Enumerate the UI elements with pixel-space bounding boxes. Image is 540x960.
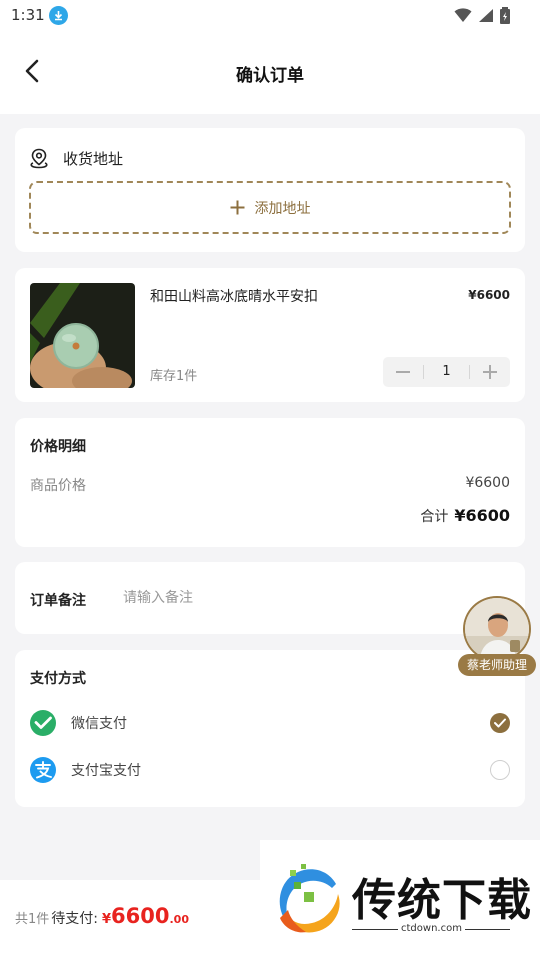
assistant-float-button[interactable]: 蔡老师助理 — [458, 596, 536, 676]
goods-price-value: ¥6600 — [465, 475, 510, 491]
watermark-logo-icon — [279, 864, 340, 933]
assistant-avatar — [463, 596, 531, 662]
product-name: 和田山料高冰底晴水平安扣 — [150, 289, 318, 305]
order-remark-card: 订单备注 — [15, 562, 525, 634]
item-count: 共1件 — [15, 912, 50, 927]
payment-method-card: 支付方式 微信支付 支付宝支付 — [15, 650, 525, 807]
payment-summary: 共1件 待支付: ¥ 6600 .00 — [15, 904, 189, 928]
page-title: 确认订单 — [236, 66, 304, 86]
payment-option-label: 支付宝支付 — [71, 763, 141, 779]
pending-label: 待支付: — [51, 911, 98, 927]
plus-icon — [230, 200, 244, 215]
remark-input[interactable] — [123, 583, 453, 613]
total-row: 合计 ¥6600 — [420, 506, 510, 526]
download-icon — [49, 6, 68, 25]
wechat-pay-icon — [30, 710, 56, 736]
increase-button[interactable] — [470, 357, 510, 387]
total-label: 合计 — [420, 509, 449, 525]
radio-selected[interactable] — [490, 713, 510, 733]
radio-unselected[interactable] — [490, 760, 510, 780]
price-detail-title: 价格明细 — [30, 439, 86, 455]
address-title: 收货地址 — [63, 150, 124, 168]
status-time: 1:31 — [11, 6, 45, 24]
pending-amount: 6600 — [111, 904, 170, 928]
system-icons — [454, 7, 510, 24]
quantity-stepper: 1 — [383, 357, 510, 387]
add-address-button[interactable]: 添加地址 — [29, 181, 511, 234]
watermark: 传统下载 ctdown.com — [260, 840, 540, 960]
check-icon — [494, 718, 506, 728]
total-value: ¥6600 — [454, 506, 510, 525]
status-bar: 1:31 — [0, 0, 540, 32]
payment-option-label: 微信支付 — [71, 716, 127, 732]
assistant-label: 蔡老师助理 — [458, 654, 536, 676]
payment-title: 支付方式 — [30, 671, 86, 687]
payment-option-wechat[interactable]: 微信支付 — [30, 708, 510, 738]
pending-amount-cents: .00 — [169, 913, 190, 926]
decrease-button[interactable] — [383, 357, 423, 387]
location-pin-icon — [30, 148, 48, 169]
product-stock: 库存1件 — [150, 369, 198, 384]
add-address-label: 添加地址 — [254, 200, 311, 217]
product-image[interactable] — [30, 283, 135, 388]
quantity-value: 1 — [423, 365, 470, 379]
address-card: 收货地址 添加地址 — [15, 128, 525, 252]
price-detail-card: 价格明细 商品价格 ¥6600 合计 ¥6600 — [15, 418, 525, 547]
goods-price-label: 商品价格 — [30, 478, 86, 494]
remark-label: 订单备注 — [30, 593, 86, 609]
product-price: ¥6600 — [468, 288, 510, 302]
battery-icon — [500, 7, 510, 24]
payment-option-alipay[interactable]: 支付宝支付 — [30, 755, 510, 785]
minus-icon — [396, 371, 410, 373]
address-header: 收货地址 — [29, 148, 123, 169]
product-card: 和田山料高冰底晴水平安扣 ¥6600 库存1件 1 — [15, 268, 525, 402]
navigation-bar: 确认订单 — [0, 32, 540, 114]
watermark-text: 传统下载 — [352, 875, 532, 926]
watermark-url: ctdown.com — [398, 923, 465, 934]
alipay-icon — [30, 757, 56, 783]
signal-icon — [479, 9, 493, 22]
currency-symbol: ¥ — [102, 912, 112, 927]
wifi-icon — [454, 8, 472, 22]
plus-icon — [483, 365, 497, 379]
